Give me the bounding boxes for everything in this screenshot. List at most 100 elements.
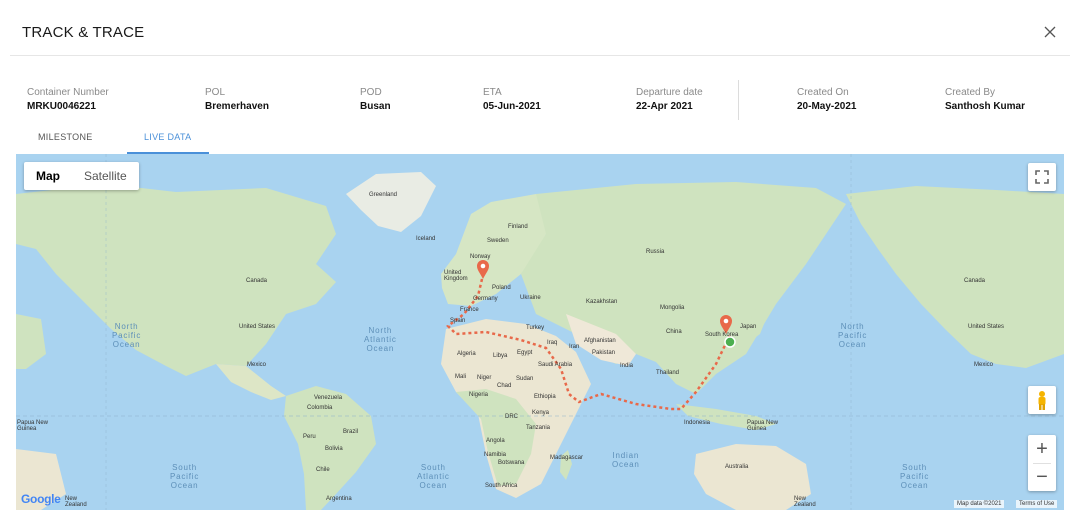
google-logo: Google — [21, 492, 61, 506]
header-divider — [10, 55, 1070, 56]
map-label: Botswana — [498, 460, 525, 466]
map-label: Indonesia — [684, 420, 711, 426]
map-label: Norway — [470, 254, 491, 260]
departure-field: Departure date 22-Apr 2021 — [636, 87, 703, 113]
map-label: South Africa — [485, 483, 518, 489]
tab-milestone[interactable]: MILESTONE — [38, 132, 93, 142]
map-label: Mexico — [974, 362, 994, 368]
tab-live-data[interactable]: LIVE DATA — [144, 132, 191, 142]
fullscreen-button[interactable] — [1028, 163, 1056, 191]
container-number-label: Container Number — [27, 87, 109, 98]
map-label: Kenya — [532, 410, 550, 416]
pegman-icon — [1038, 391, 1046, 410]
map-label: Mongolia — [660, 305, 685, 311]
map-label: Ethiopia — [534, 394, 556, 400]
map-label: Iceland — [416, 236, 436, 242]
pod-field: POD Busan — [360, 87, 391, 113]
map-label: Argentina — [326, 496, 352, 502]
fullscreen-icon — [1035, 170, 1049, 184]
map-data-attribution: Map data ©2021 — [954, 500, 1005, 508]
map-label: Papua New Guinea — [747, 420, 779, 432]
map-label: Japan — [740, 324, 757, 330]
created-on-label: Created On — [797, 87, 849, 98]
vessel-position-icon — [724, 336, 736, 348]
map-label: Greenland — [369, 192, 398, 198]
created-on-value: 20-May-2021 — [797, 101, 857, 112]
map-label: Colombia — [307, 405, 333, 411]
container-number-field: Container Number MRKU0046221 — [27, 87, 109, 113]
eta-value: 05-Jun-2021 — [483, 101, 541, 112]
map-label: Australia — [725, 464, 749, 470]
map-label: Algeria — [457, 351, 476, 357]
map-label: Bolivia — [325, 446, 343, 452]
map-label: Niger — [477, 375, 492, 381]
street-view-button[interactable] — [1028, 386, 1056, 414]
ocean-label: South Pacific Ocean — [170, 463, 200, 490]
map-label: Canada — [964, 278, 986, 284]
map-label: Mexico — [247, 362, 267, 368]
map-label: Saudi Arabia — [538, 362, 573, 368]
info-separator — [738, 80, 739, 120]
map-label: Nigeria — [469, 392, 489, 398]
created-by-value: Santhosh Kumar — [945, 101, 1026, 112]
pol-label: POL — [205, 87, 226, 98]
zoom-out-button[interactable]: − — [1028, 463, 1056, 491]
pol-field: POL Bremerhaven — [205, 87, 269, 113]
live-map[interactable]: Greenland Iceland Finland Sweden Norway … — [16, 154, 1064, 510]
map-label: Spain — [450, 318, 466, 324]
ocean-label: Indian Ocean — [612, 451, 640, 469]
map-label: Canada — [246, 278, 268, 284]
map-label: Madagascar — [550, 455, 584, 461]
page-title: TRACK & TRACE — [22, 24, 145, 41]
map-label: China — [666, 329, 682, 335]
map-label: Finland — [508, 224, 528, 230]
map-label: Mali — [455, 374, 467, 380]
map-label: Thailand — [656, 370, 680, 376]
map-type-map-button[interactable]: Map — [24, 162, 72, 190]
pol-value: Bremerhaven — [205, 101, 269, 112]
map-label: Iran — [569, 344, 580, 350]
map-label: Iraq — [547, 340, 558, 346]
map-label: Turkey — [526, 325, 545, 331]
zoom-control: + − — [1028, 435, 1056, 491]
zoom-in-button[interactable]: + — [1028, 435, 1056, 463]
map-label: United States — [239, 324, 276, 330]
map-label: Russia — [646, 249, 665, 255]
map-type-satellite-button[interactable]: Satellite — [72, 162, 139, 190]
ocean-label: South Pacific Ocean — [900, 463, 930, 490]
map-label: Namibia — [484, 452, 507, 458]
map-label: Chile — [316, 467, 330, 473]
pod-value: Busan — [360, 101, 391, 112]
map-label: New Zealand — [794, 496, 816, 508]
ocean-label: North Atlantic Ocean — [364, 326, 397, 353]
map-label: Sweden — [487, 238, 509, 244]
ocean-label: North Pacific Ocean — [112, 322, 142, 349]
map-label: Pakistan — [592, 350, 616, 356]
map-label: Poland — [492, 285, 511, 291]
container-number-value: MRKU0046221 — [27, 101, 96, 112]
map-label: New Zealand — [65, 496, 87, 508]
map-label: India — [620, 363, 634, 369]
map-label: South Korea — [705, 332, 739, 338]
map-label: Ukraine — [520, 295, 541, 301]
map-label: United Kingdom — [444, 270, 468, 282]
map-label: Tanzania — [526, 425, 551, 431]
tab-bar: MILESTONE LIVE DATA — [0, 126, 1080, 154]
ocean-label: South Atlantic Ocean — [417, 463, 450, 490]
map-canvas[interactable] — [16, 154, 1064, 510]
created-by-field: Created By Santhosh Kumar — [945, 87, 1025, 113]
map-label: Papua New Guinea — [17, 420, 49, 432]
eta-label: ETA — [483, 87, 502, 98]
map-label: DRC — [505, 414, 518, 420]
terms-of-use-link[interactable]: Terms of Use — [1016, 500, 1058, 508]
dialog-header: TRACK & TRACE — [0, 0, 1080, 56]
map-label: Libya — [493, 353, 508, 359]
map-label: France — [460, 307, 479, 313]
map-label: Peru — [303, 434, 316, 440]
close-icon[interactable] — [1042, 24, 1058, 40]
map-label: United States — [968, 324, 1005, 330]
created-by-label: Created By — [945, 87, 996, 98]
map-label: Chad — [497, 383, 512, 389]
map-label: Angola — [486, 438, 505, 444]
created-on-field: Created On 20-May-2021 — [797, 87, 856, 113]
